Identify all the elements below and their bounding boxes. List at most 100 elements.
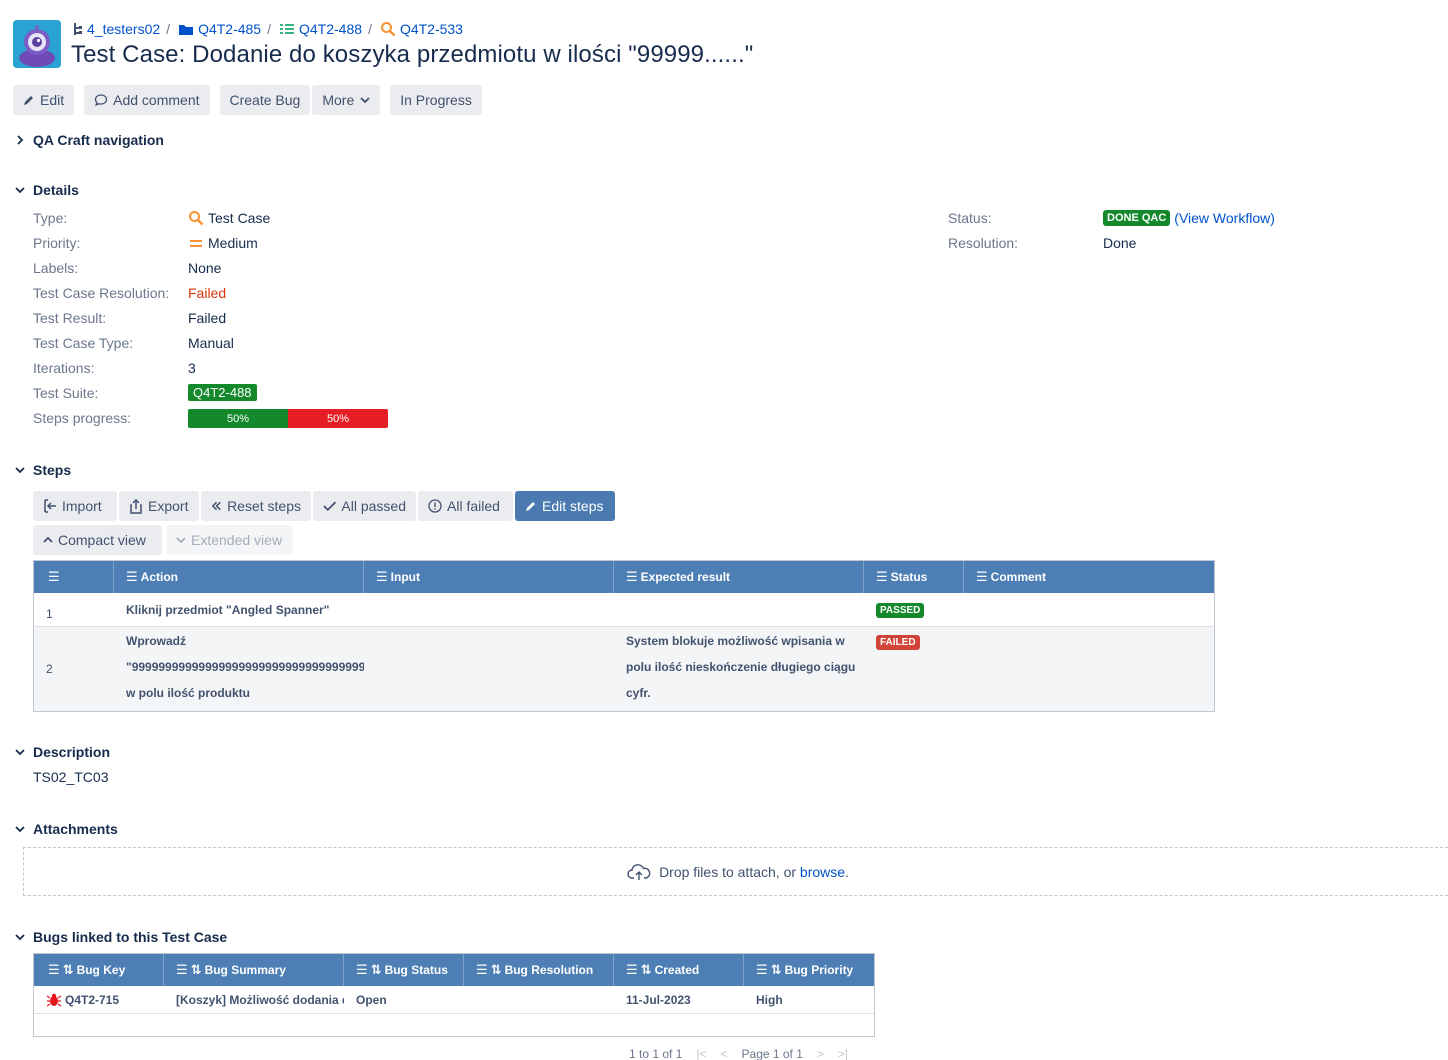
import-label: Import [62, 498, 102, 514]
create-bug-button[interactable]: Create Bug [219, 85, 311, 115]
in-progress-button[interactable]: In Progress [390, 85, 482, 115]
add-comment-label: Add comment [113, 92, 200, 108]
header-bug-priority-label: Bug Priority [784, 963, 854, 977]
header-created-label: Created [654, 963, 700, 977]
breadcrumb-test-case[interactable]: Q4T2-533 [380, 21, 463, 37]
bug-status: Open [356, 992, 387, 1007]
pencil-icon [24, 96, 33, 105]
header-action[interactable]: ☰ Action [114, 561, 364, 593]
first-page-icon[interactable]: |< [696, 1047, 706, 1060]
bug-key: Q4T2-715 [65, 992, 120, 1007]
progress-passed-segment: 50% [188, 409, 288, 428]
step-comment [964, 627, 1214, 711]
details-title: Details [33, 182, 79, 198]
test-case-resolution-value: Failed [188, 285, 227, 301]
description-title: Description [33, 744, 111, 760]
chevron-down-icon [13, 745, 27, 759]
test-result-label: Test Result: [33, 310, 107, 326]
priority-value-text: Medium [208, 235, 258, 251]
chevron-down-icon [13, 822, 27, 836]
view-workflow-link[interactable]: (View Workflow) [1174, 210, 1275, 226]
breadcrumb-project[interactable]: 4_testers02 [73, 21, 160, 37]
resolution-label: Resolution: [948, 235, 1019, 251]
status-badge: PASSED [876, 602, 925, 618]
last-page-icon[interactable]: >| [838, 1047, 848, 1060]
breadcrumb-separator: / [368, 21, 372, 37]
import-button[interactable]: Import [33, 491, 117, 521]
header-bug-key[interactable]: ☰ ⇅ Bug Key [34, 954, 164, 986]
attachments-section-toggle[interactable]: Attachments [13, 821, 118, 837]
chevron-down-icon [360, 97, 370, 104]
breadcrumb-parent-folder[interactable]: Q4T2-485 [178, 21, 261, 37]
dropzone-text: Drop files to attach, or [659, 863, 797, 880]
steps-table: ☰ ☰ Action ☰ Input ☰ Expected result ☰ Statu… [33, 560, 1215, 712]
qa-nav-title: QA Craft navigation [33, 132, 164, 148]
header-comment[interactable]: ☰ Comment [964, 561, 1214, 593]
breadcrumb-test-suite[interactable]: Q4T2-488 [279, 21, 362, 37]
header-bug-status-label: Bug Status [384, 963, 448, 977]
checkmark-icon [323, 501, 337, 512]
priority-label: Priority: [33, 235, 81, 251]
table-row[interactable]: 2 Wprowadź "9999999999999999999999999999… [34, 627, 1214, 711]
browse-link[interactable]: browse [800, 864, 845, 880]
add-comment-button[interactable]: Add comment [84, 85, 210, 115]
edit-steps-button[interactable]: Edit steps [515, 491, 615, 521]
chevron-down-icon [13, 463, 27, 477]
header-created[interactable]: ☰ ⇅ Created [614, 954, 744, 986]
header-status[interactable]: ☰ Status [864, 561, 964, 593]
header-bug-summary[interactable]: ☰ ⇅ Bug Summary [164, 954, 344, 986]
edit-label: Edit [40, 92, 65, 108]
bug-key-cell[interactable]: Q4T2-715 [34, 992, 164, 1008]
header-expected-result[interactable]: ☰ Expected result [614, 561, 864, 593]
qa-nav-section-toggle[interactable]: QA Craft navigation [13, 132, 164, 148]
all-passed-button[interactable]: All passed [313, 491, 416, 521]
test-case-type-label: Test Case Type: [33, 335, 134, 351]
step-expected: System blokuje możliwość wpisania w polu… [614, 627, 864, 711]
breadcrumb-separator: / [267, 21, 271, 37]
labels-label: Labels: [33, 260, 79, 276]
export-icon [130, 498, 142, 514]
cloud-upload-icon [627, 863, 651, 880]
header-bug-status[interactable]: ☰ ⇅ Bug Status [344, 954, 464, 986]
test-suite-link[interactable]: Q4T2-488 [188, 384, 257, 401]
edit-button[interactable]: Edit [13, 85, 75, 115]
table-row[interactable]: 1 Kliknij przedmiot "Angled Spanner" PAS… [34, 593, 1214, 627]
header-menu-icon[interactable]: ☰ [34, 561, 114, 593]
all-failed-label: All failed [447, 498, 500, 514]
pencil-icon [526, 502, 535, 511]
breadcrumb-folder-label: Q4T2-485 [198, 21, 262, 37]
more-label: More [322, 92, 355, 108]
header-bug-resolution-label: Bug Resolution [504, 963, 594, 977]
status-badge: DONE QAC [1103, 210, 1171, 226]
description-text[interactable]: TS02_TC03 [33, 769, 108, 785]
test-case-resolution-label: Test Case Resolution: [33, 285, 170, 301]
next-page-icon[interactable]: > [817, 1047, 824, 1060]
test-case-type-value: Manual [188, 335, 234, 351]
steps-progress-bar: 50% 50% [188, 409, 388, 428]
bug-created: 11-Jul-2023 [626, 992, 691, 1007]
reset-steps-button[interactable]: Reset steps [201, 491, 311, 521]
table-row[interactable]: Q4T2-715 [Koszyk] Możliwość dodania do O… [34, 986, 874, 1014]
export-button[interactable]: Export [119, 491, 199, 521]
header-bug-priority[interactable]: ☰ ⇅ Bug Priority [744, 954, 874, 986]
step-number: 1 [46, 606, 53, 621]
breadcrumb-project-label: 4_testers02 [87, 21, 161, 37]
extended-view-button[interactable]: Extended view [166, 525, 293, 555]
project-avatar[interactable] [13, 20, 61, 68]
project-tree-icon [74, 23, 82, 35]
compact-view-button[interactable]: Compact view [33, 525, 162, 555]
all-failed-button[interactable]: All failed [418, 491, 513, 521]
type-label: Type: [33, 210, 68, 226]
description-section-toggle[interactable]: Description [13, 744, 110, 760]
header-input[interactable]: ☰ Input [364, 561, 614, 593]
steps-section-toggle[interactable]: Steps [13, 462, 71, 478]
details-section-toggle[interactable]: Details [13, 182, 79, 198]
attachment-dropzone[interactable]: Drop files to attach, or browse. [23, 847, 1448, 896]
header-bug-resolution[interactable]: ☰ ⇅ Bug Resolution [464, 954, 614, 986]
previous-page-icon[interactable]: < [721, 1047, 728, 1060]
progress-failed-segment: 50% [288, 409, 388, 428]
step-expected-line: polu ilość nieskończenie długiego ciągu [626, 660, 856, 674]
more-button[interactable]: More [312, 85, 381, 115]
bugs-section-toggle[interactable]: Bugs linked to this Test Case [13, 929, 227, 945]
steps-progress-label: Steps progress: [33, 410, 132, 426]
